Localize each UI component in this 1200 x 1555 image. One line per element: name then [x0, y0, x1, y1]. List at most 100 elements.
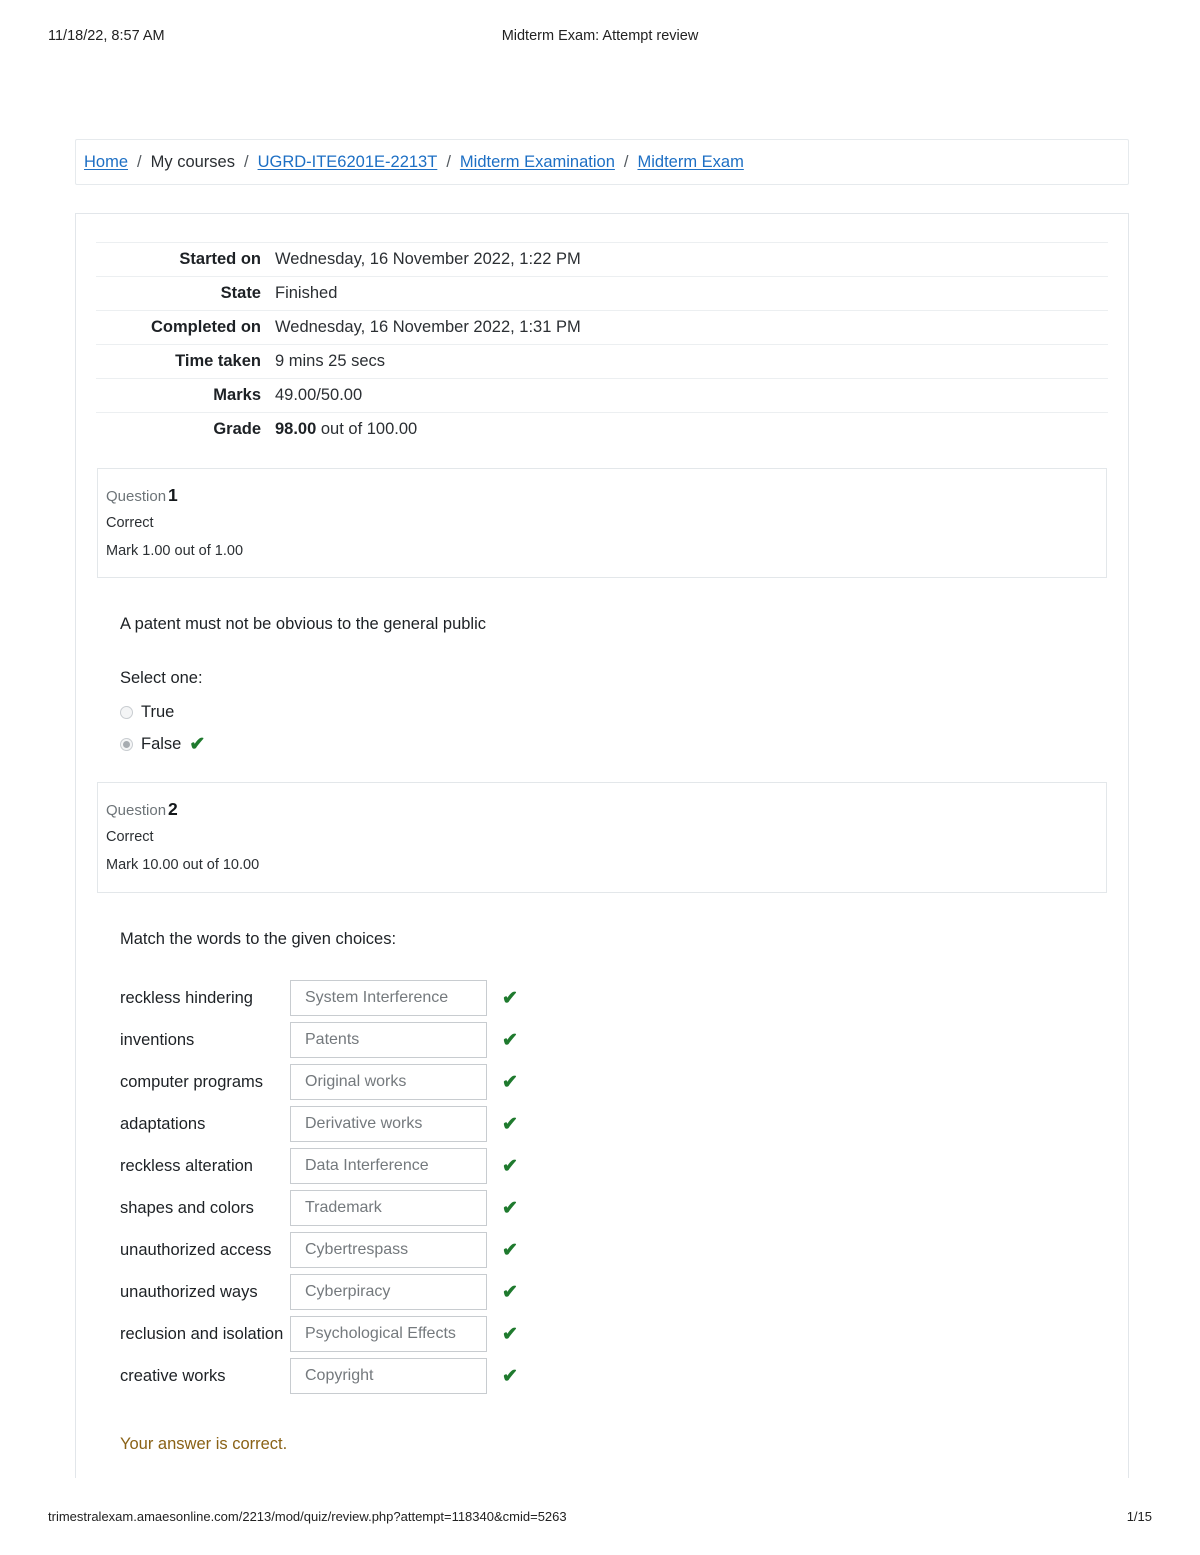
print-header: 11/18/22, 8:57 AM Midterm Exam: Attempt … — [0, 28, 1200, 50]
matching-term: adaptations — [120, 1114, 206, 1133]
question-state-2: Correct — [106, 828, 154, 845]
matching-row: unauthorized access Cybertrespass ✔ — [120, 1229, 1128, 1271]
radio-option-label: False — [141, 734, 182, 753]
check-icon: ✔ — [502, 1155, 518, 1177]
question-mark-2: Mark 10.00 out of 10.00 — [106, 857, 260, 874]
matching-row: inventions Patents ✔ — [120, 1019, 1128, 1061]
summary-value-2: Finished — [275, 284, 338, 302]
matching-answer-select[interactable]: Cybertrespass — [290, 1232, 487, 1269]
print-footer: trimestralexam.amaesonline.com/2213/mod/… — [0, 1509, 1200, 1529]
check-icon: ✔ — [502, 1197, 518, 1219]
question-number-1: Question 1 — [106, 482, 1106, 509]
answer-area-1: Select one: True False ✔ — [120, 669, 1128, 760]
summary-label-grade: Grade — [213, 420, 261, 438]
matching-answer-select[interactable]: System Interference — [290, 980, 487, 1017]
summary-label-3: Completed on — [151, 318, 261, 336]
matching-term: computer programs — [120, 1072, 264, 1091]
summary-row: Started on Wednesday, 16 November 2022, 1… — [96, 242, 1108, 277]
check-icon: ✔ — [502, 987, 518, 1009]
summary-row: Completed on Wednesday, 16 November 2022,… — [96, 310, 1108, 345]
matching-row: computer programs Original works ✔ — [120, 1061, 1128, 1103]
matching-term: reckless hindering — [120, 988, 253, 1007]
grade-number: 98.00 — [275, 420, 317, 438]
breadcrumb-item-4[interactable]: Midterm Examination — [460, 154, 615, 171]
breadcrumb-separator: / — [137, 152, 142, 171]
check-icon: ✔ — [189, 733, 206, 755]
attempt-summary-table: Started on Wednesday, 16 November 2022, 1… — [96, 242, 1108, 446]
radio-option-true[interactable]: True — [120, 696, 1128, 728]
summary-row: Time taken 9 mins 25 secs — [96, 344, 1108, 379]
check-icon: ✔ — [502, 1323, 518, 1345]
question-block-2: Question 2 Correct Mark 10.00 out of 10.0… — [76, 782, 1128, 1454]
matching-answer-select[interactable]: Data Interference — [290, 1148, 487, 1185]
summary-label-1: Started on — [179, 250, 261, 268]
matching-term: inventions — [120, 1030, 195, 1049]
question-mark-1: Mark 1.00 out of 1.00 — [106, 542, 244, 559]
select-one-label-1: Select one: — [120, 669, 203, 688]
matching-answer-select[interactable]: Original works — [290, 1064, 487, 1101]
matching-answer-select[interactable]: Trademark — [290, 1190, 487, 1227]
radio-option-false[interactable]: False ✔ — [120, 728, 1128, 760]
radio-group-1: True False ✔ — [120, 696, 1128, 760]
matching-term: unauthorized ways — [120, 1282, 258, 1301]
quiz-review-container: Started on Wednesday, 16 November 2022, 1… — [75, 213, 1129, 1478]
matching-term: shapes and colors — [120, 1198, 254, 1217]
radio-option-label: True — [141, 702, 175, 721]
check-icon: ✔ — [502, 1071, 518, 1093]
summary-value-5: 49.00/50.00 — [275, 386, 363, 404]
question-text-1: A patent must not be obvious to the gene… — [120, 615, 486, 634]
question-text-2: Match the words to the given choices: — [120, 929, 397, 948]
breadcrumb-item-2: My courses — [150, 152, 235, 171]
summary-value-1: Wednesday, 16 November 2022, 1:22 PM — [275, 250, 581, 268]
print-header-title: Midterm Exam: Attempt review — [501, 28, 699, 44]
matching-answer-select[interactable]: Copyright — [290, 1358, 487, 1395]
matching-row: reckless hindering System Interference ✔ — [120, 977, 1128, 1019]
summary-label-2: State — [220, 284, 261, 302]
question-number-label-2: Question — [106, 802, 167, 820]
radio-true-input[interactable] — [120, 705, 133, 719]
question-number-value-2: 2 — [168, 799, 178, 820]
summary-label-5: Marks — [213, 386, 261, 404]
breadcrumb-bar: Home / My courses / UGRD-ITE6201E-2213T / Midt… — [75, 139, 1129, 185]
summary-value-3: Wednesday, 16 November 2022, 1:31 PM — [275, 318, 581, 336]
print-footer-url: trimestralexam.amaesonline.com/2213/mod/… — [48, 1509, 567, 1524]
question-info-1: Question 1 Correct Mark 1.00 out of 1.00 — [97, 468, 1107, 579]
question-number-label-1: Question — [106, 488, 167, 505]
matching-answer-select[interactable]: Patents — [290, 1022, 487, 1059]
check-icon: ✔ — [502, 1239, 518, 1261]
breadcrumb-item-5[interactable]: Midterm Exam — [637, 154, 743, 171]
matching-term: reckless alteration — [120, 1156, 253, 1175]
question-number-2: Question 2 — [106, 796, 1106, 823]
summary-row-grade: Grade 98.00 out of 100.00 — [96, 412, 1108, 447]
breadcrumb-separator: / — [243, 152, 249, 171]
matching-term: unauthorized access — [120, 1240, 272, 1259]
radio-false-input[interactable] — [120, 737, 133, 751]
matching-term: reclusion and isolation — [120, 1324, 284, 1343]
matching-row: shapes and colors Trademark ✔ — [120, 1187, 1128, 1229]
summary-value-4: 9 mins 25 secs — [275, 352, 386, 370]
matching-row: reckless alteration Data Interference ✔ — [120, 1145, 1128, 1187]
breadcrumb-item-3[interactable]: UGRD-ITE6201E-2213T — [258, 154, 438, 171]
question-block-1: Question 1 Correct Mark 1.00 out of 1.00 … — [76, 468, 1128, 760]
matching-term: creative works — [120, 1366, 226, 1385]
question-feedback-2: Your answer is correct. — [120, 1435, 288, 1454]
breadcrumb-item-1[interactable]: Home — [84, 154, 128, 171]
check-icon: ✔ — [502, 1281, 518, 1303]
matching-row: reclusion and isolation Psychological Eff… — [120, 1313, 1128, 1355]
matching-row: adaptations Derivative works ✔ — [120, 1103, 1128, 1145]
print-footer-page: 1/15 — [1126, 1509, 1152, 1524]
question-info-2: Question 2 Correct Mark 10.00 out of 10.0… — [97, 782, 1107, 893]
summary-row: State Finished — [96, 276, 1108, 311]
question-number-value-1: 1 — [168, 485, 178, 505]
check-icon: ✔ — [502, 1029, 518, 1051]
matching-row: unauthorized ways Cyberpiracy ✔ — [120, 1271, 1128, 1313]
matching-answer-select[interactable]: Cyberpiracy — [290, 1274, 487, 1311]
matching-answer-select[interactable]: Derivative works — [290, 1106, 487, 1143]
check-icon: ✔ — [502, 1365, 518, 1387]
breadcrumb-separator: / — [446, 152, 451, 171]
summary-value-grade: 98.00 out of 100.00 — [275, 420, 418, 438]
summary-label-4: Time taken — [175, 352, 261, 370]
question-state-1: Correct — [106, 514, 154, 531]
matching-answer-select[interactable]: Psychological Effects — [290, 1316, 487, 1353]
question-content-1: A patent must not be obvious to the gene… — [120, 578, 1128, 760]
